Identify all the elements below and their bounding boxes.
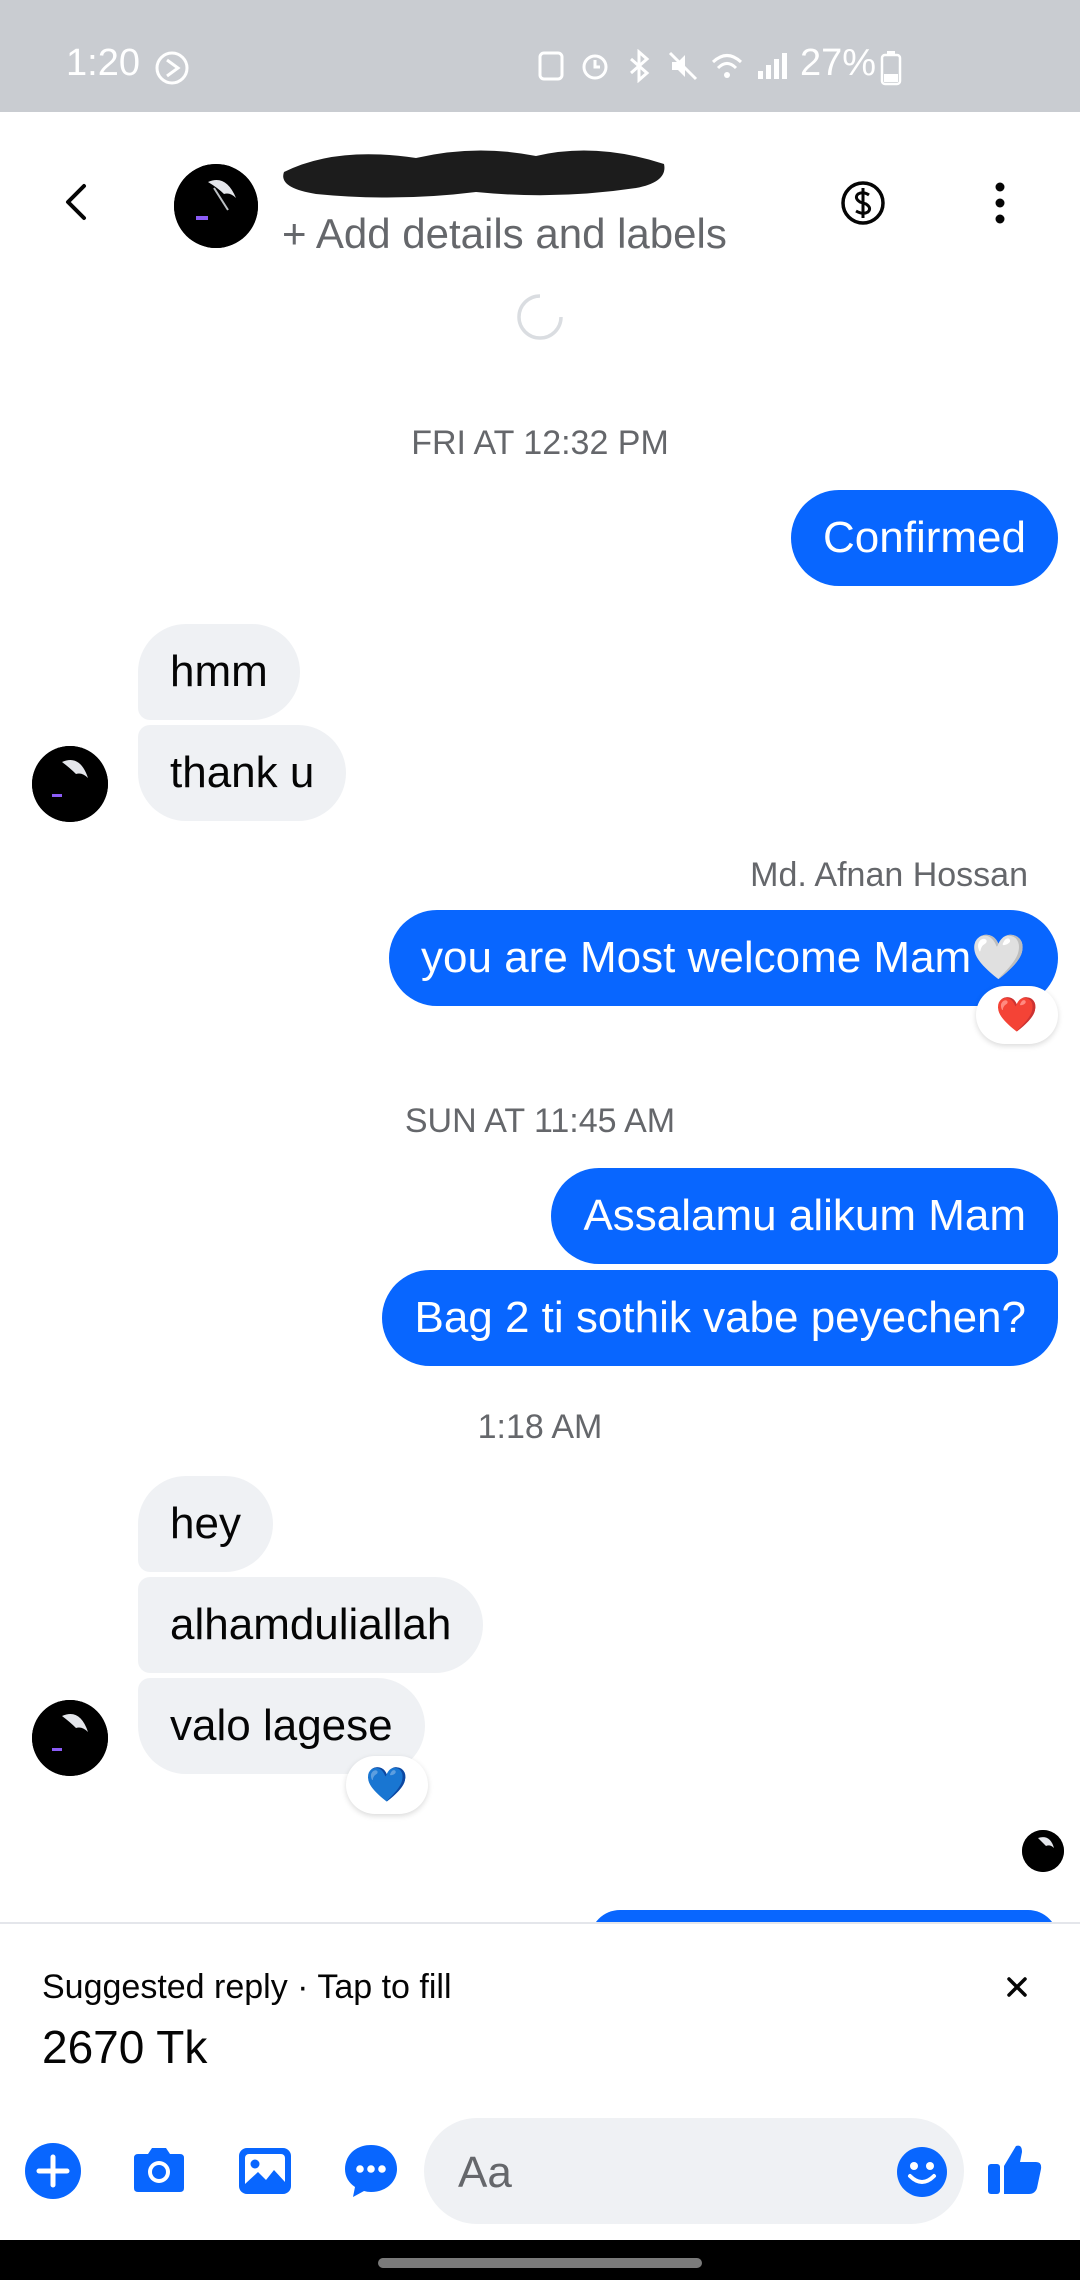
battery-percent: 27%	[800, 42, 877, 84]
timestamp: FRI AT 12:32 PM	[411, 424, 669, 462]
plus-icon[interactable]	[22, 2140, 84, 2202]
reaction-blue-heart[interactable]: 💙	[346, 1756, 428, 1814]
camera-icon[interactable]	[128, 2140, 190, 2202]
message-incoming[interactable]: hey	[138, 1476, 273, 1572]
suggested-reply-text[interactable]: 2670 Tk	[42, 2020, 207, 2074]
more-options-icon[interactable]	[980, 178, 1020, 228]
alarm-icon	[582, 54, 608, 80]
sender-name: Md. Afnan Hossan	[750, 856, 1028, 894]
message-input[interactable]: Aa	[424, 2118, 964, 2224]
gallery-icon[interactable]	[234, 2140, 296, 2202]
message-outgoing[interactable]: Bag 2 ti sothik vabe peyechen?	[382, 1270, 1058, 1366]
read-receipt-avatar	[1022, 1830, 1064, 1872]
thumbs-up-icon[interactable]	[984, 2138, 1046, 2200]
blue-heart-icon: 💙	[365, 1766, 409, 1804]
message-outgoing[interactable]: Confirmed	[791, 490, 1058, 586]
loading-spinner-icon	[517, 294, 563, 340]
redacted-contact-name	[283, 150, 665, 198]
contact-avatar[interactable]	[174, 164, 258, 248]
message-outgoing[interactable]: you are Most welcome Mam🤍	[389, 910, 1058, 1006]
mute-icon	[668, 51, 698, 81]
dollar-icon[interactable]	[838, 178, 888, 228]
reaction-heart[interactable]: ❤️	[976, 986, 1058, 1044]
bluetooth-icon	[630, 49, 650, 83]
suggested-reply-panel[interactable]: Suggested reply · Tap to fill 2670 Tk	[0, 1922, 1080, 2132]
suggested-reply-label: Suggested reply · Tap to fill	[42, 1968, 452, 2006]
conversation-header: + Add details and labels	[0, 112, 1080, 292]
timestamp: SUN AT 11:45 AM	[404, 1102, 676, 1140]
chat-bubble-icon[interactable]	[340, 2140, 402, 2202]
alarm-icon	[538, 51, 564, 81]
battery-icon	[880, 51, 902, 86]
timestamp: 1:18 AM	[477, 1408, 603, 1446]
message-incoming[interactable]: hmm	[138, 624, 300, 720]
status-bar: 1:20 27%	[0, 0, 1080, 112]
back-arrow-icon[interactable]	[50, 172, 102, 232]
add-details-link[interactable]: + Add details and labels	[282, 210, 727, 258]
contact-avatar-small[interactable]	[32, 1700, 108, 1776]
message-input-placeholder: Aa	[458, 2148, 512, 2197]
signal-icon	[758, 53, 787, 79]
navigation-bar	[0, 2240, 1080, 2280]
wifi-icon	[711, 54, 743, 78]
close-icon[interactable]	[1000, 1970, 1034, 2004]
assistant-icon	[155, 51, 189, 85]
emoji-icon[interactable]	[894, 2144, 950, 2200]
home-gesture-handle[interactable]	[378, 2258, 702, 2268]
message-outgoing[interactable]: Assalamu alikum Mam	[551, 1168, 1058, 1264]
message-incoming[interactable]: alhamduliallah	[138, 1577, 484, 1673]
contact-avatar-small[interactable]	[32, 746, 108, 822]
red-heart-icon: ❤️	[995, 996, 1039, 1034]
message-incoming[interactable]: thank u	[138, 725, 347, 821]
status-time: 1:20	[66, 42, 140, 84]
message-composer: Aa	[0, 2112, 1080, 2236]
